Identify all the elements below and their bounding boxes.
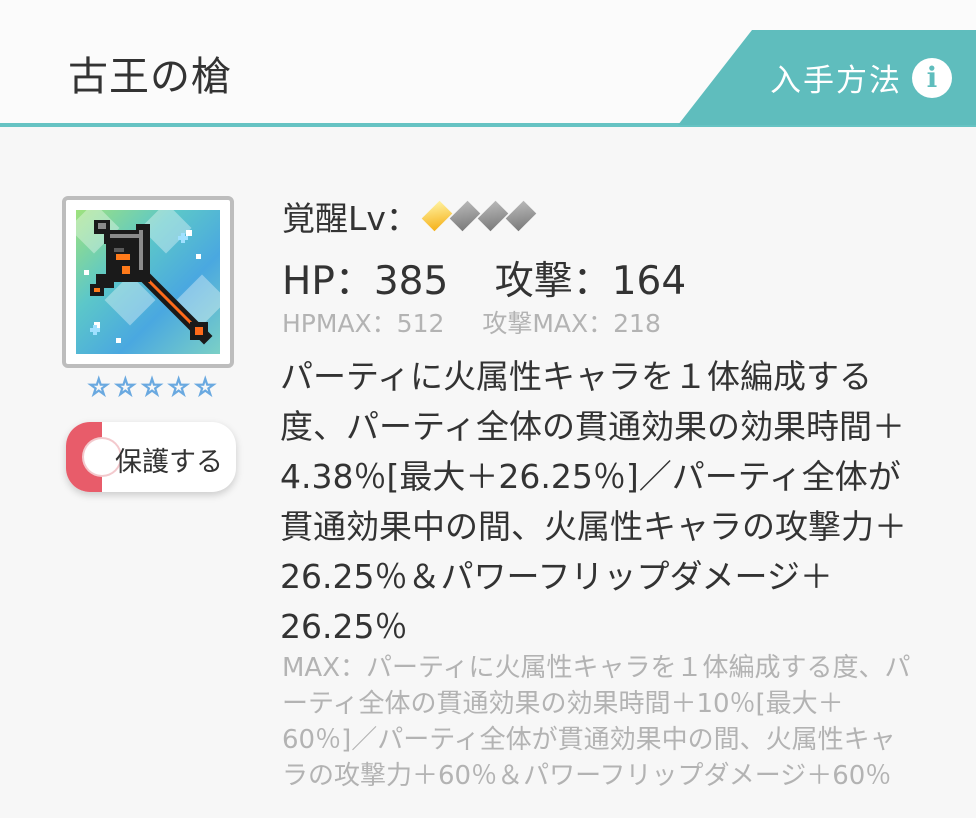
protect-toggle-button[interactable]: 保護する [66, 422, 236, 492]
skill-max-description: MAX：パーティに火属性キャラを１体編成する度、パーティ全体の貫通効果の効果時間… [282, 653, 911, 791]
rarity-star-icon: ☆ [114, 373, 137, 401]
rarity-star-icon: ☆ [194, 373, 217, 401]
hp-value: HP：385 [282, 259, 449, 304]
info-icon: i [912, 57, 952, 98]
awaken-level: 覚醒Lv： [282, 192, 537, 240]
page-title: 古王の槍 [68, 54, 232, 100]
max-stats: HPMAX：512 攻撃MAX：218 [282, 304, 691, 340]
rarity-stars: ☆ ☆ ☆ ☆ ☆ [87, 373, 217, 401]
protect-label: 保護する [115, 447, 223, 478]
rarity-star-icon: ☆ [140, 373, 163, 401]
attack-value: 攻撃：164 [494, 259, 687, 304]
spear-icon [76, 210, 220, 354]
rarity-star-icon: ☆ [87, 373, 110, 401]
item-icon-frame [62, 196, 234, 368]
awaken-gem-inactive-icon [449, 200, 481, 232]
rarity-star-icon: ☆ [167, 373, 190, 401]
awaken-gem-inactive-icon [477, 200, 509, 232]
awaken-gems [421, 200, 537, 232]
awaken-gem-active-icon [421, 200, 453, 232]
current-stats: HP：385 攻撃：164 [282, 250, 720, 306]
attack-max-value: 攻撃MAX：218 [482, 309, 661, 338]
acquire-method-label: 入手方法 [770, 63, 902, 99]
skill-description: パーティに火属性キャラを１体編成する度、パーティ全体の貫通効果の効果時間＋4.3… [280, 357, 907, 646]
awaken-label: 覚醒Lv： [282, 199, 419, 238]
awaken-gem-inactive-icon [505, 200, 537, 232]
hp-max-value: HPMAX：512 [282, 309, 445, 338]
